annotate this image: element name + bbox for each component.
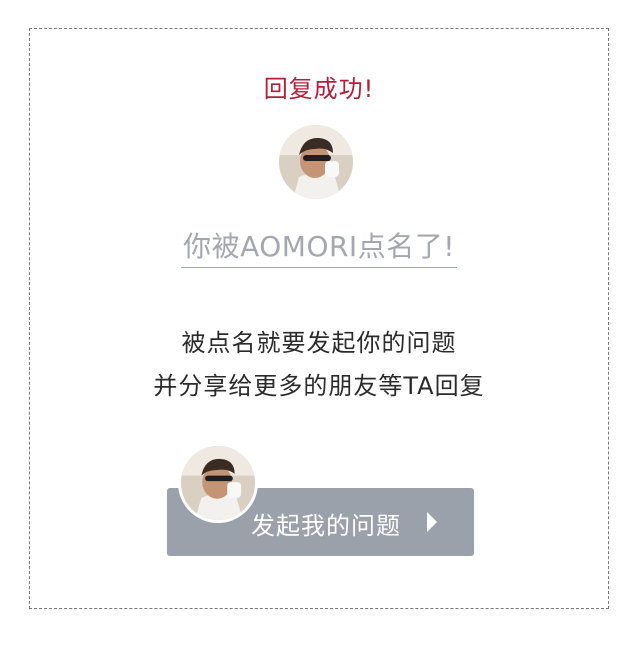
- success-title: 回复成功!: [263, 75, 375, 103]
- ask-question-label: 发起我的问题: [251, 512, 401, 540]
- description-line-1: 被点名就要发起你的问题: [181, 329, 457, 357]
- reply-success-card: 回复成功! 你被AOMORI点名了! 被点名就要发起你的问题 并分享给更多的朋友…: [29, 28, 609, 609]
- named-wrap: 你被AOMORI点名了!: [30, 225, 608, 268]
- play-icon: [427, 512, 437, 532]
- description-line-2: 并分享给更多的朋友等TA回复: [153, 372, 485, 400]
- user-avatar-icon: [178, 443, 258, 523]
- user-avatar-icon: [279, 125, 353, 199]
- named-notice: 你被AOMORI点名了!: [181, 225, 457, 268]
